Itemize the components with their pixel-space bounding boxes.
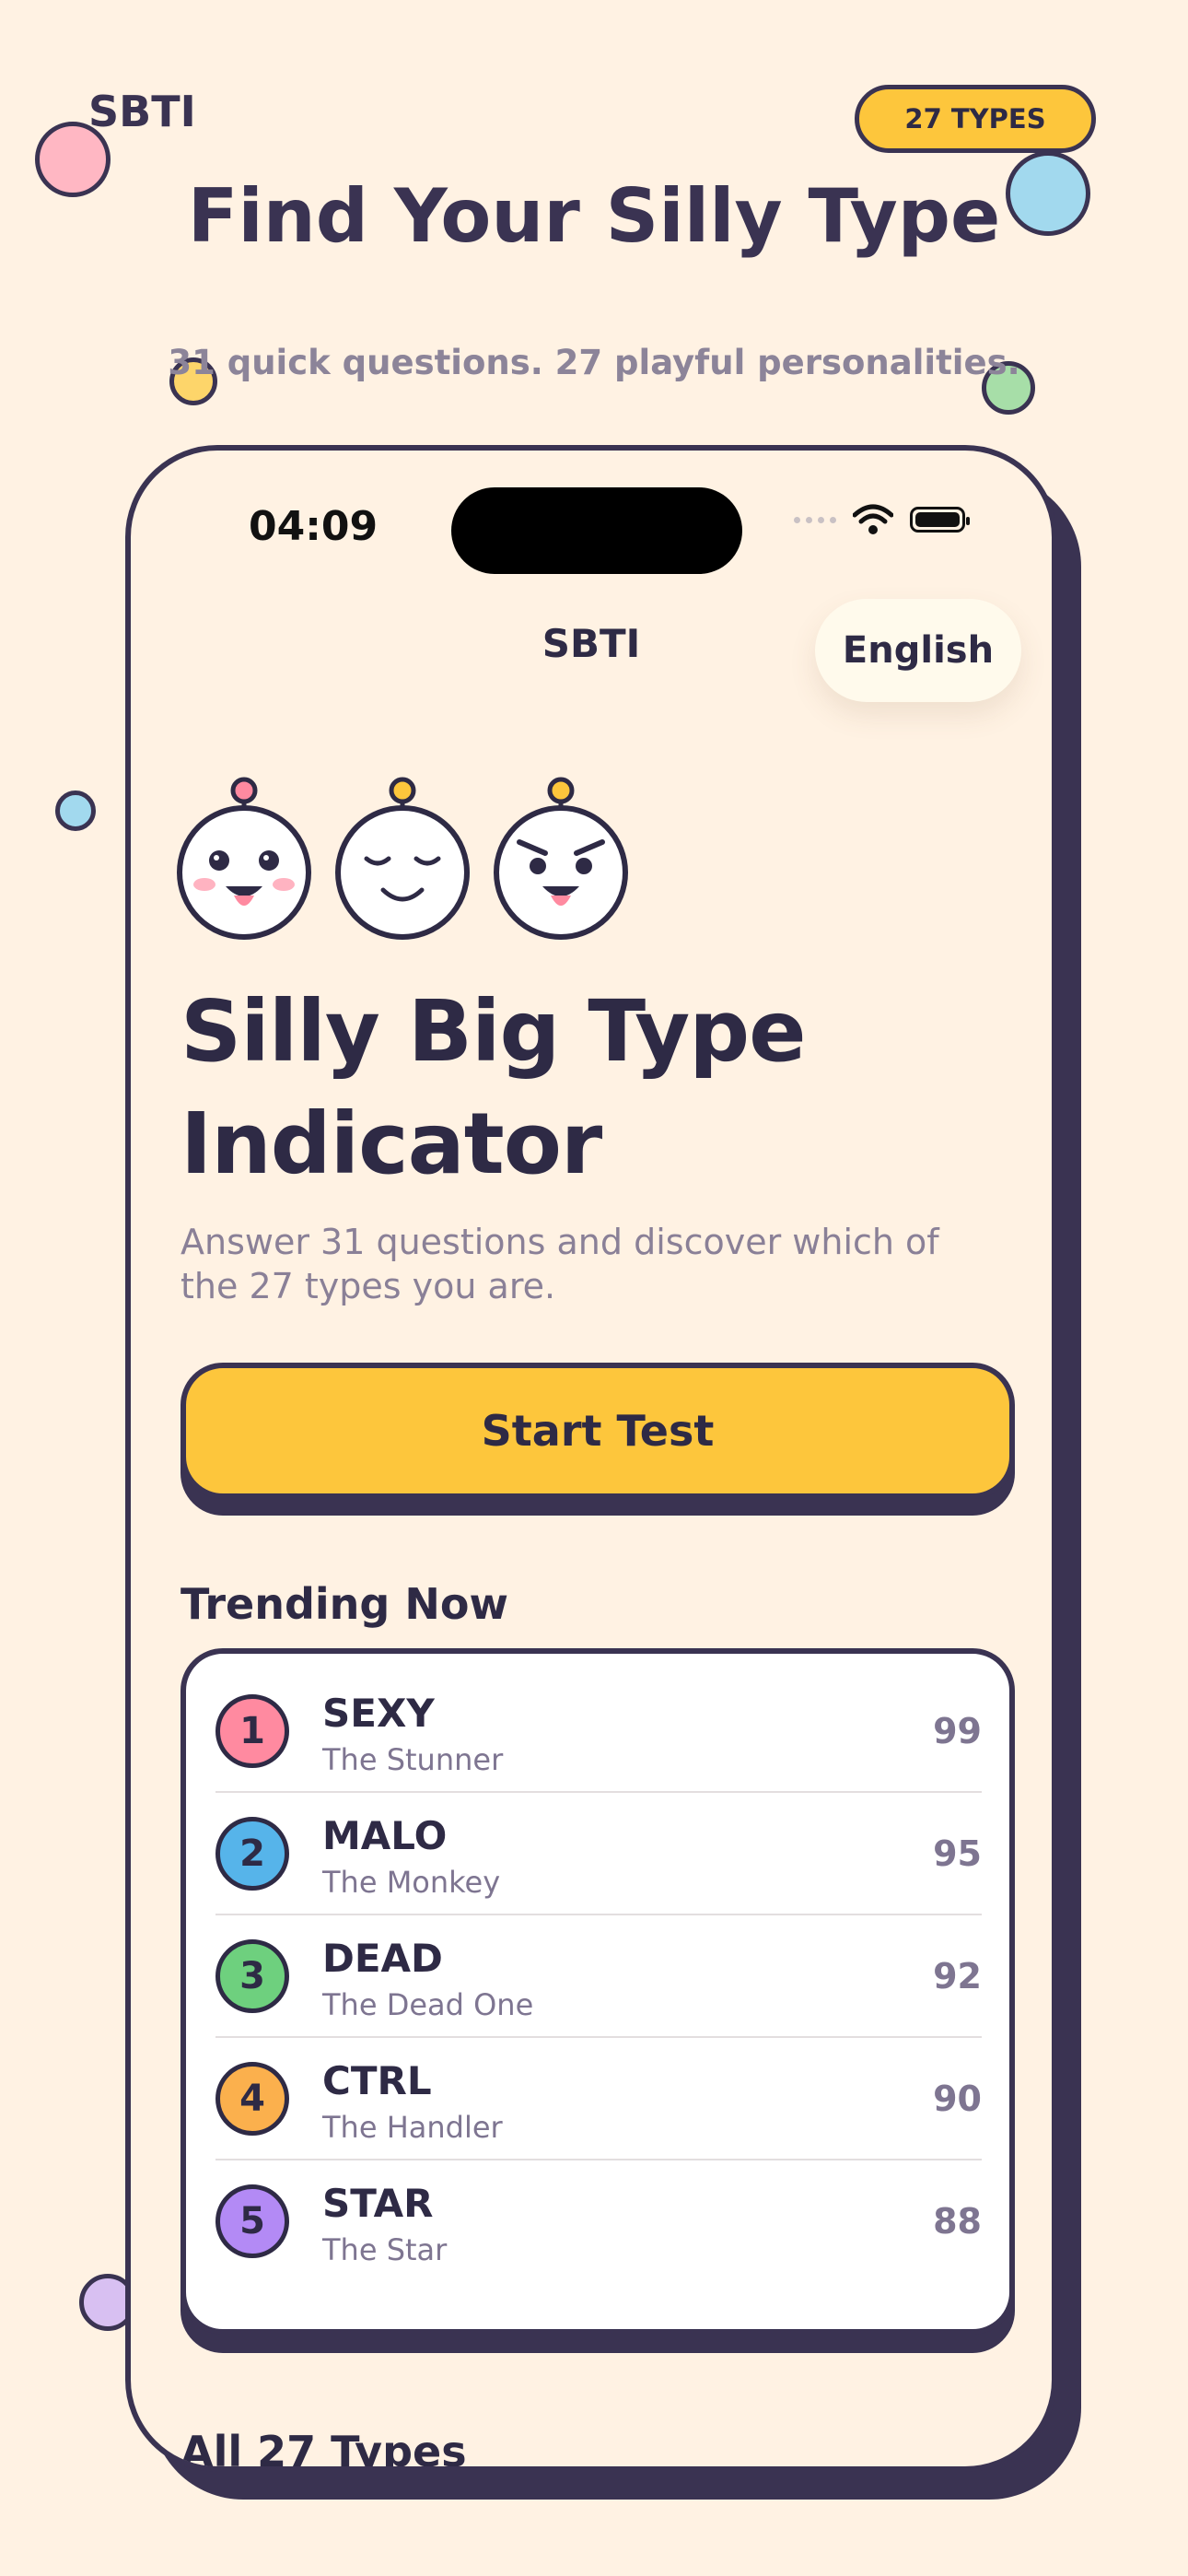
hero-title: Silly Big Type Indicator <box>181 976 1009 1200</box>
hero-description: Answer 31 questions and discover which o… <box>181 1222 939 1306</box>
type-name: The Stunner <box>322 1742 504 1777</box>
rank-badge: 4 <box>215 2062 289 2136</box>
type-name: The Star <box>322 2232 448 2267</box>
all-types-heading: All 27 Types <box>181 2427 467 2472</box>
type-score: 99 <box>933 1711 982 1751</box>
brand-logo: SBTI <box>88 87 196 136</box>
rank-badge: 2 <box>215 1817 289 1891</box>
hero-title-line1: Silly Big Type <box>181 982 806 1081</box>
trending-list: 1 SEXY The Stunner 99 2 MALO The Monkey 95 3 DEAD… <box>181 1648 1015 2335</box>
types-count-badge: 27 TYPES <box>855 85 1096 153</box>
trending-row-star[interactable]: 5 STAR The Star 88 <box>215 2160 982 2283</box>
type-code: STAR <box>322 2181 434 2226</box>
trending-heading: Trending Now <box>181 1579 508 1629</box>
trending-row-dead[interactable]: 3 DEAD The Dead One 92 <box>215 1915 982 2038</box>
mischievous-face-icon <box>494 777 628 940</box>
type-code: MALO <box>322 1813 448 1858</box>
page-subtitle: 31 quick questions. 27 playful personali… <box>168 343 1020 382</box>
wink-face-icon <box>335 777 470 940</box>
signal-icon <box>794 516 836 523</box>
wifi-icon <box>853 504 893 534</box>
type-score: 88 <box>933 2201 982 2242</box>
trending-row-sexy[interactable]: 1 SEXY The Stunner 99 <box>215 1670 982 1793</box>
rank-badge: 3 <box>215 1939 289 2013</box>
phone-screen: 04:09 SBTI English Silly Big Type Indica… <box>125 445 1057 2472</box>
type-code: SEXY <box>322 1691 435 1736</box>
type-score: 95 <box>933 1833 982 1874</box>
type-name: The Monkey <box>322 1865 501 1900</box>
rank-badge: 1 <box>215 1694 289 1768</box>
decor-dot-small-blue <box>55 790 96 831</box>
status-icons <box>794 504 970 535</box>
rank-badge: 5 <box>215 2184 289 2258</box>
type-code: DEAD <box>322 1936 443 1981</box>
tongue-out-face-icon <box>177 777 311 940</box>
page-title: Find Your Silly Type <box>187 173 1001 259</box>
language-button[interactable]: English <box>815 599 1021 702</box>
battery-icon <box>910 507 970 533</box>
type-score: 92 <box>933 1956 982 1996</box>
type-name: The Handler <box>322 2110 503 2145</box>
trending-row-ctrl[interactable]: 4 CTRL The Handler 90 <box>215 2038 982 2160</box>
type-name: The Dead One <box>322 1987 534 2022</box>
start-test-button[interactable]: Start Test <box>181 1363 1015 1499</box>
status-time: 04:09 <box>249 503 379 550</box>
type-code: CTRL <box>322 2058 432 2103</box>
trending-row-malo[interactable]: 2 MALO The Monkey 95 <box>215 1793 982 1915</box>
hero-title-line2: Indicator <box>181 1095 602 1193</box>
dynamic-island <box>451 487 742 574</box>
type-score: 90 <box>933 2078 982 2119</box>
